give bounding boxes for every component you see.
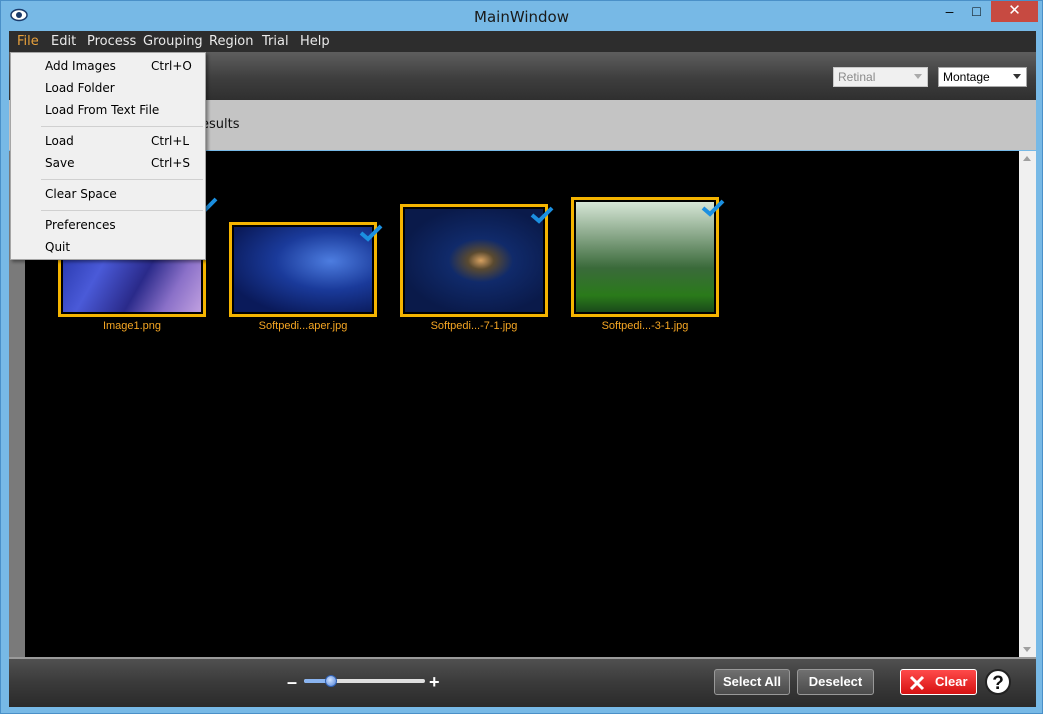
title-bar[interactable]: MainWindow – □ ✕ bbox=[1, 1, 1042, 31]
tab-results[interactable]: esults bbox=[201, 117, 240, 132]
menu-load-folder[interactable]: Load Folder bbox=[45, 81, 115, 95]
menu-separator bbox=[41, 210, 203, 211]
menu-add-images[interactable]: Add Images bbox=[45, 59, 116, 73]
menu-save[interactable]: Save bbox=[45, 156, 74, 170]
clear-button-label: Clear bbox=[935, 674, 968, 689]
thumbnail-caption: Image1.png bbox=[102, 320, 162, 332]
chevron-down-icon bbox=[914, 74, 922, 79]
thumbnail-caption: Softpedi...-3-1.jpg bbox=[601, 320, 689, 332]
retinal-select[interactable]: Retinal bbox=[833, 67, 928, 87]
menu-quit[interactable]: Quit bbox=[45, 240, 70, 254]
file-menu-dropdown: Add Images Ctrl+O Load Folder Load From … bbox=[10, 52, 206, 260]
menu-clear-space[interactable]: Clear Space bbox=[45, 187, 117, 201]
thumbnail-softpedia-wallpaper[interactable] bbox=[229, 222, 377, 317]
thumbnail-softpedia-3-1[interactable] bbox=[571, 197, 719, 317]
shortcut-add-images: Ctrl+O bbox=[151, 59, 192, 73]
zoom-in-button[interactable]: + bbox=[429, 672, 440, 693]
thumbnail-caption: Softpedi...-7-1.jpg bbox=[430, 320, 518, 332]
menu-trial[interactable]: Trial bbox=[262, 34, 289, 49]
menu-grouping[interactable]: Grouping bbox=[143, 34, 203, 49]
clear-button[interactable]: Clear bbox=[900, 669, 977, 695]
thumbnail-image bbox=[234, 227, 372, 312]
menu-process[interactable]: Process bbox=[87, 34, 136, 49]
menu-region[interactable]: Region bbox=[209, 34, 254, 49]
shortcut-save: Ctrl+S bbox=[151, 156, 191, 170]
menu-separator bbox=[41, 179, 203, 180]
chevron-down-icon bbox=[1013, 74, 1021, 79]
main-window: MainWindow – □ ✕ File Edit Process Group… bbox=[0, 0, 1043, 714]
shortcut-load: Ctrl+L bbox=[151, 134, 190, 148]
menu-help[interactable]: Help bbox=[300, 34, 330, 49]
menu-separator bbox=[41, 126, 203, 127]
vertical-scrollbar[interactable] bbox=[1019, 151, 1036, 657]
menu-file[interactable]: File bbox=[17, 34, 39, 49]
retinal-select-value: Retinal bbox=[838, 70, 876, 84]
close-icon bbox=[909, 675, 925, 691]
checkmark-icon bbox=[701, 199, 725, 217]
thumbnail-image bbox=[405, 209, 543, 312]
menu-edit[interactable]: Edit bbox=[51, 34, 76, 49]
checkmark-icon bbox=[530, 206, 554, 224]
thumbnail-softpedia-7-1[interactable] bbox=[400, 204, 548, 317]
menu-preferences[interactable]: Preferences bbox=[45, 218, 116, 232]
montage-select[interactable]: Montage bbox=[938, 67, 1027, 87]
menu-load[interactable]: Load bbox=[45, 134, 74, 148]
thumbnail-caption: Softpedi...aper.jpg bbox=[258, 320, 348, 332]
zoom-out-button[interactable]: – bbox=[287, 673, 297, 691]
minimize-button[interactable]: – bbox=[936, 1, 963, 22]
scroll-up-icon[interactable] bbox=[1023, 156, 1031, 161]
deselect-button[interactable]: Deselect bbox=[797, 669, 874, 695]
close-button[interactable]: ✕ bbox=[991, 1, 1038, 22]
montage-select-value: Montage bbox=[943, 70, 990, 84]
scroll-down-icon[interactable] bbox=[1023, 647, 1031, 652]
help-button[interactable]: ? bbox=[985, 669, 1011, 695]
checkmark-icon bbox=[359, 224, 383, 242]
maximize-button[interactable]: □ bbox=[963, 1, 990, 22]
bottom-bar bbox=[9, 657, 1036, 707]
zoom-slider-handle[interactable] bbox=[325, 675, 337, 687]
menu-bar: File Edit Process Grouping Region Trial … bbox=[9, 31, 1036, 52]
thumbnail-image bbox=[576, 202, 714, 312]
select-all-button[interactable]: Select All bbox=[714, 669, 790, 695]
window-title: MainWindow bbox=[474, 8, 569, 26]
menu-load-from-text-file[interactable]: Load From Text File bbox=[45, 103, 159, 117]
